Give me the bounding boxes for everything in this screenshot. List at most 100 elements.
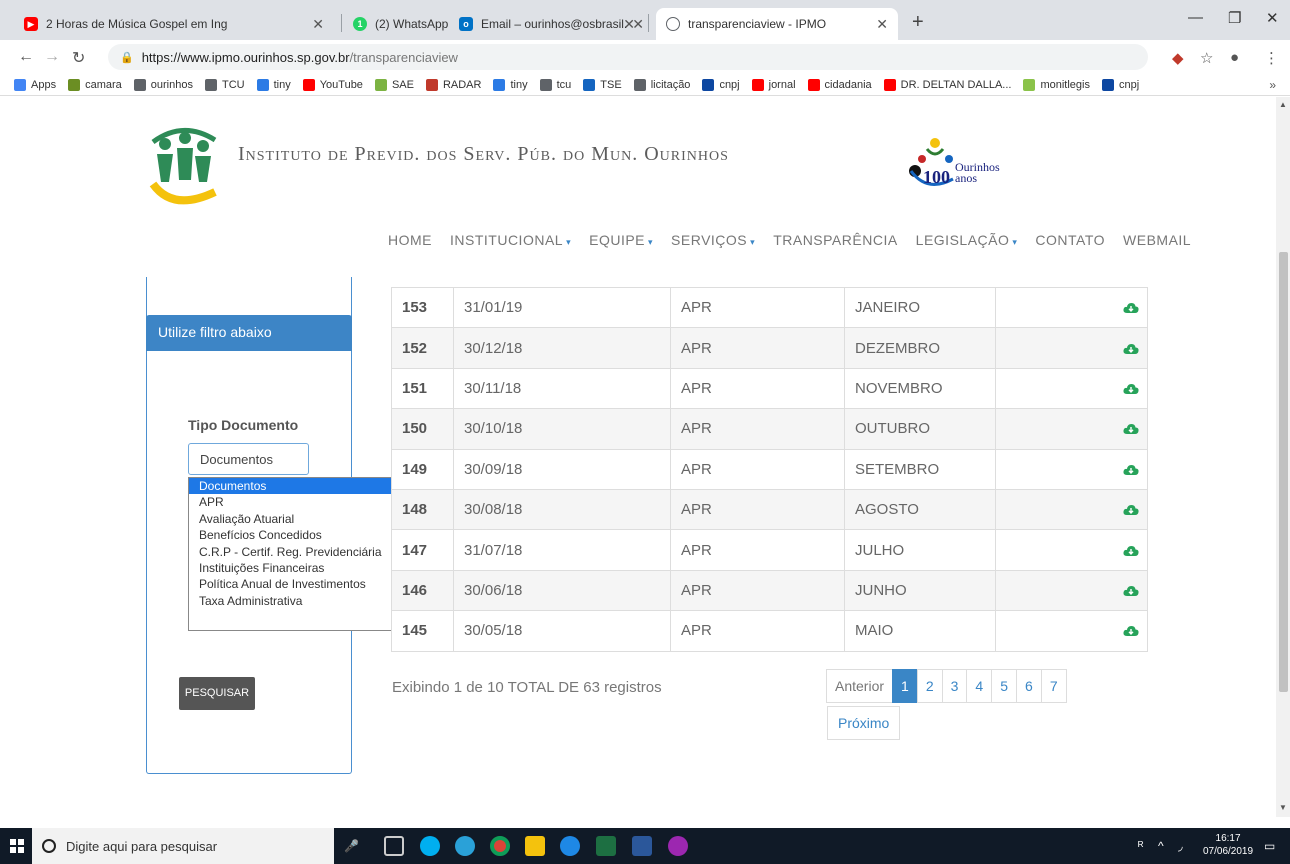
notifications-icon[interactable]: ▭: [1264, 839, 1275, 853]
bookmark-4[interactable]: tiny: [256, 78, 291, 91]
more-bookmarks-icon[interactable]: »: [1269, 78, 1276, 92]
nav-item-equipe[interactable]: EQUIPE ▾: [589, 232, 653, 248]
bookmark-9[interactable]: tcu: [539, 78, 571, 91]
dropdown-option[interactable]: C.R.P - Certif. Reg. Previdenciária: [189, 544, 391, 560]
app-icon[interactable]: [455, 836, 475, 856]
chevron-down-icon: ▾: [750, 237, 756, 247]
scroll-up-icon[interactable]: ▲: [1279, 100, 1287, 109]
bookmark-5[interactable]: YouTube: [302, 78, 363, 91]
dropdown-option[interactable]: Benefícios Concedidos: [189, 527, 391, 543]
bookmark-6[interactable]: SAE: [374, 78, 414, 91]
bookmark-1[interactable]: camara: [68, 78, 122, 91]
close-tab-icon[interactable]: ✕: [632, 16, 644, 33]
page-2-button[interactable]: 2: [916, 669, 943, 703]
page-5-button[interactable]: 5: [991, 669, 1018, 703]
bookmark-16[interactable]: monitlegis: [1023, 78, 1090, 91]
bookmark-7[interactable]: RADAR: [425, 78, 481, 91]
bookmark-14[interactable]: cidadania: [807, 78, 872, 91]
cloud-download-icon[interactable]: [1123, 464, 1139, 476]
bookmark-15[interactable]: DR. DELTAN DALLA...: [883, 78, 1011, 91]
nav-item-webmail[interactable]: WEBMAIL: [1123, 232, 1191, 248]
page-7-button[interactable]: 7: [1040, 669, 1067, 703]
windows-start-icon[interactable]: [10, 839, 24, 853]
scroll-thumb[interactable]: [1279, 252, 1288, 692]
edge-icon[interactable]: [560, 836, 580, 856]
new-tab-icon[interactable]: +: [912, 11, 924, 34]
scroll-down-icon[interactable]: ▼: [1279, 803, 1287, 812]
cloud-download-icon[interactable]: [1123, 383, 1139, 395]
cloud-download-icon[interactable]: [1123, 585, 1139, 597]
bookmark-3[interactable]: TCU: [204, 78, 245, 91]
tab-title: 2 Horas de Música Gospel em Ing: [46, 17, 228, 31]
nav-item-home[interactable]: HOME: [388, 232, 432, 248]
nav-item-institucional[interactable]: INSTITUCIONAL ▾: [450, 232, 571, 248]
dropdown-option[interactable]: Instituições Financeiras: [189, 560, 391, 576]
restore-icon[interactable]: ❐: [1228, 9, 1241, 27]
page-6-button[interactable]: 6: [1016, 669, 1042, 703]
forward-icon[interactable]: →: [44, 48, 60, 66]
browser-tab-youtube[interactable]: ▶ 2 Horas de Música Gospel em Ing ✕: [14, 8, 334, 40]
paint-icon[interactable]: [668, 836, 688, 856]
excel-icon[interactable]: [596, 836, 616, 856]
pesquisar-button[interactable]: PESQUISAR: [179, 677, 255, 710]
bookmark-label: jornal: [768, 78, 796, 91]
dropdown-option[interactable]: Política Anual de Investimentos: [189, 576, 391, 592]
people-icon[interactable]: ᴿ: [1138, 839, 1143, 853]
page-1-button[interactable]: 1: [892, 669, 918, 703]
bookmark-12[interactable]: cnpj: [702, 78, 740, 91]
doc-number: 152: [391, 327, 454, 369]
browser-tab-transparencia[interactable]: transparenciaview - IPMO ✕: [656, 8, 898, 40]
back-icon[interactable]: ←: [18, 48, 34, 66]
close-window-icon[interactable]: ✕: [1266, 9, 1279, 27]
taskbar-clock[interactable]: 16:17 07/06/2019: [1203, 832, 1253, 858]
close-tab-icon[interactable]: ✕: [876, 16, 888, 33]
doc-type: APR: [670, 610, 845, 652]
taskbar-search-box[interactable]: Digite aqui para pesquisar: [32, 828, 334, 864]
bookmark-11[interactable]: licitação: [633, 78, 690, 91]
dropdown-option[interactable]: Documentos: [189, 478, 391, 495]
task-view-icon[interactable]: [384, 836, 404, 856]
bookmark-0[interactable]: Apps: [14, 78, 56, 91]
word-icon[interactable]: [632, 836, 652, 856]
cloud-download-icon[interactable]: [1123, 625, 1139, 637]
cloud-download-icon[interactable]: [1123, 504, 1139, 516]
url-field[interactable]: 🔒 https://www.ipmo.ourinhos.sp.gov.br/tr…: [108, 44, 1148, 70]
browser-tab-email[interactable]: o Email – ourinhos@osbrasil.org.br ✕: [449, 8, 654, 40]
cloud-download-icon[interactable]: [1123, 545, 1139, 557]
nav-item-serviços[interactable]: SERVIÇOS ▾: [671, 232, 755, 248]
bookmark-13[interactable]: jornal: [751, 78, 796, 91]
profile-icon[interactable]: ●: [1230, 49, 1239, 66]
tipo-documento-select[interactable]: Documentos: [188, 443, 309, 475]
nav-item-legislação[interactable]: LEGISLAÇÃO ▾: [916, 232, 1018, 248]
nav-item-contato[interactable]: CONTATO: [1035, 232, 1105, 248]
page-3-button[interactable]: 3: [941, 669, 968, 703]
microphone-icon[interactable]: 🎤: [344, 839, 359, 853]
skype-icon[interactable]: [420, 836, 440, 856]
prev-page-button[interactable]: Anterior: [826, 669, 894, 703]
cloud-download-icon[interactable]: [1123, 423, 1139, 435]
dropdown-option[interactable]: Taxa Administrativa: [189, 593, 391, 609]
tray-chevron-icon[interactable]: ^: [1158, 839, 1164, 853]
bookmark-17[interactable]: cnpj: [1102, 78, 1139, 91]
file-explorer-icon[interactable]: [525, 836, 545, 856]
dropdown-option[interactable]: Avaliação Atuarial: [189, 511, 391, 527]
page-4-button[interactable]: 4: [966, 669, 993, 703]
cloud-download-icon[interactable]: [1123, 343, 1139, 355]
next-page-button[interactable]: Próximo: [827, 706, 901, 740]
reload-icon[interactable]: ↻: [72, 48, 85, 68]
bookmark-10[interactable]: TSE: [583, 78, 622, 91]
chrome-icon[interactable]: [490, 836, 510, 856]
cloud-download-icon[interactable]: [1123, 302, 1139, 314]
wifi-icon[interactable]: ◞: [1178, 839, 1183, 853]
dropdown-option[interactable]: APR: [189, 494, 391, 510]
minimize-icon[interactable]: —: [1188, 9, 1203, 26]
extension-icon[interactable]: ◆: [1172, 49, 1184, 67]
page-scrollbar[interactable]: ▲ ▼: [1276, 97, 1290, 817]
clock-time: 16:17: [1215, 833, 1241, 844]
bookmark-star-icon[interactable]: ☆: [1200, 49, 1213, 67]
close-tab-icon[interactable]: ✕: [312, 16, 324, 33]
nav-item-transparência[interactable]: TRANSPARÊNCIA: [773, 232, 897, 248]
menu-kebab-icon[interactable]: ⋮: [1264, 49, 1279, 67]
bookmark-8[interactable]: tiny: [493, 78, 528, 91]
bookmark-2[interactable]: ourinhos: [133, 78, 193, 91]
